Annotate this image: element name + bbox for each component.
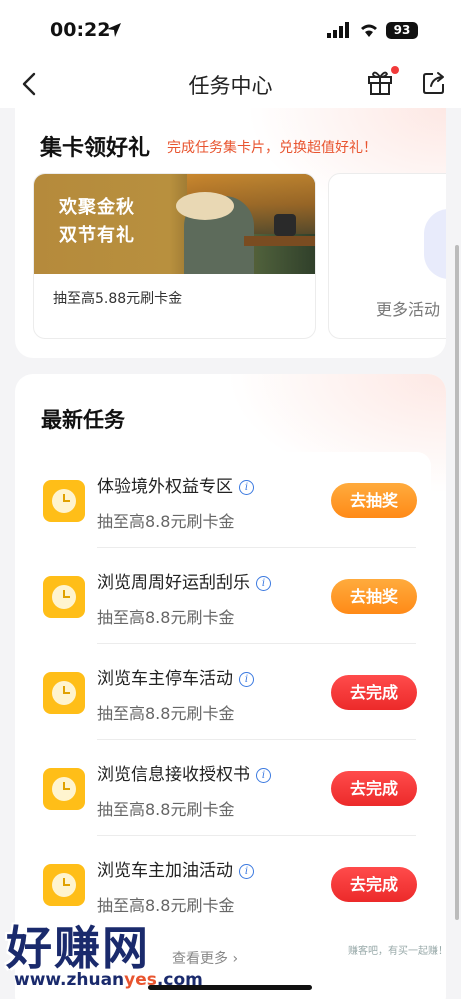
- task-row: 体验境外权益专区 i 抽至高8.8元刷卡金 去抽奖: [31, 452, 431, 548]
- info-icon[interactable]: i: [256, 576, 271, 591]
- promo-banner-text: 欢聚金秋 双节有礼: [59, 194, 135, 250]
- section-subtitle: 完成任务集卡片，兑换超值好礼！: [167, 140, 377, 156]
- status-bar: 00:22 93: [0, 0, 461, 60]
- complete-button[interactable]: 去完成: [331, 867, 417, 902]
- task-title: 浏览车主停车活动 i: [97, 664, 254, 689]
- gift-icon[interactable]: [366, 68, 394, 96]
- promo-banner-image: 欢聚金秋 双节有礼: [34, 174, 315, 274]
- task-title: 浏览信息接收授权书 i: [97, 760, 271, 785]
- clock-icon: [43, 576, 85, 618]
- task-title: 体验境外权益专区 i: [97, 472, 254, 497]
- more-activities-card[interactable]: 更多活动: [328, 173, 446, 339]
- promo-line-2: 双节有礼: [59, 225, 135, 246]
- clock-icon: [43, 480, 85, 522]
- watermark-slogan: 赚客吧，有买一起赚！: [348, 946, 448, 957]
- back-chevron-icon[interactable]: [18, 70, 42, 98]
- info-icon[interactable]: i: [256, 768, 271, 783]
- collect-card-section: 集卡领好礼 完成任务集卡片，兑换超值好礼！ 欢聚金秋 双节有礼 抽至高5.88元…: [15, 108, 446, 358]
- task-reward: 抽至高8.8元刷卡金: [97, 704, 235, 723]
- task-title: 浏览车主加油活动 i: [97, 856, 254, 881]
- clock-icon: [43, 672, 85, 714]
- status-time: 00:22: [50, 19, 111, 41]
- draw-button[interactable]: 去抽奖: [331, 579, 417, 614]
- promo-line-1: 欢聚金秋: [59, 197, 135, 218]
- info-icon[interactable]: i: [239, 672, 254, 687]
- watermark-logo: 好赚网: [6, 921, 150, 975]
- task-row: 浏览周周好运刮刮乐 i 抽至高8.8元刷卡金 去抽奖: [31, 548, 431, 644]
- battery-indicator: 93: [386, 22, 418, 39]
- task-row: 浏览车主停车活动 i 抽至高8.8元刷卡金 去完成: [31, 644, 431, 740]
- task-reward: 抽至高8.8元刷卡金: [97, 800, 235, 819]
- promo-card[interactable]: 欢聚金秋 双节有礼 抽至高5.88元刷卡金: [33, 173, 316, 339]
- scrollbar[interactable]: [455, 245, 459, 920]
- tasks-section: 最新任务 体验境外权益专区 i 抽至高8.8元刷卡金 去抽奖 浏览周周好运刮刮乐 i…: [15, 374, 446, 999]
- nav-bar: 任务中心: [0, 60, 461, 108]
- clock-icon: [43, 768, 85, 810]
- promo-description: 抽至高5.88元刷卡金: [53, 291, 183, 307]
- task-reward: 抽至高8.8元刷卡金: [97, 512, 235, 531]
- clock-icon: [43, 864, 85, 906]
- task-reward: 抽至高8.8元刷卡金: [97, 608, 235, 627]
- section-title: 集卡领好礼: [40, 136, 151, 161]
- complete-button[interactable]: 去完成: [331, 771, 417, 806]
- cellular-signal-icon: [327, 22, 349, 38]
- draw-button[interactable]: 去抽奖: [331, 483, 417, 518]
- info-icon[interactable]: i: [239, 480, 254, 495]
- location-arrow-icon: [107, 23, 121, 37]
- more-activities-illustration: [424, 209, 446, 279]
- task-title: 浏览周周好运刮刮乐 i: [97, 568, 271, 593]
- share-icon[interactable]: [421, 70, 447, 96]
- wifi-icon: [361, 24, 377, 37]
- section-title: 最新任务: [41, 408, 125, 432]
- info-icon[interactable]: i: [239, 864, 254, 879]
- home-indicator[interactable]: [148, 985, 312, 990]
- notification-dot: [391, 66, 399, 74]
- more-activities-label: 更多活动: [376, 300, 441, 319]
- task-row: 浏览信息接收授权书 i 抽至高8.8元刷卡金 去完成: [31, 740, 431, 836]
- complete-button[interactable]: 去完成: [331, 675, 417, 710]
